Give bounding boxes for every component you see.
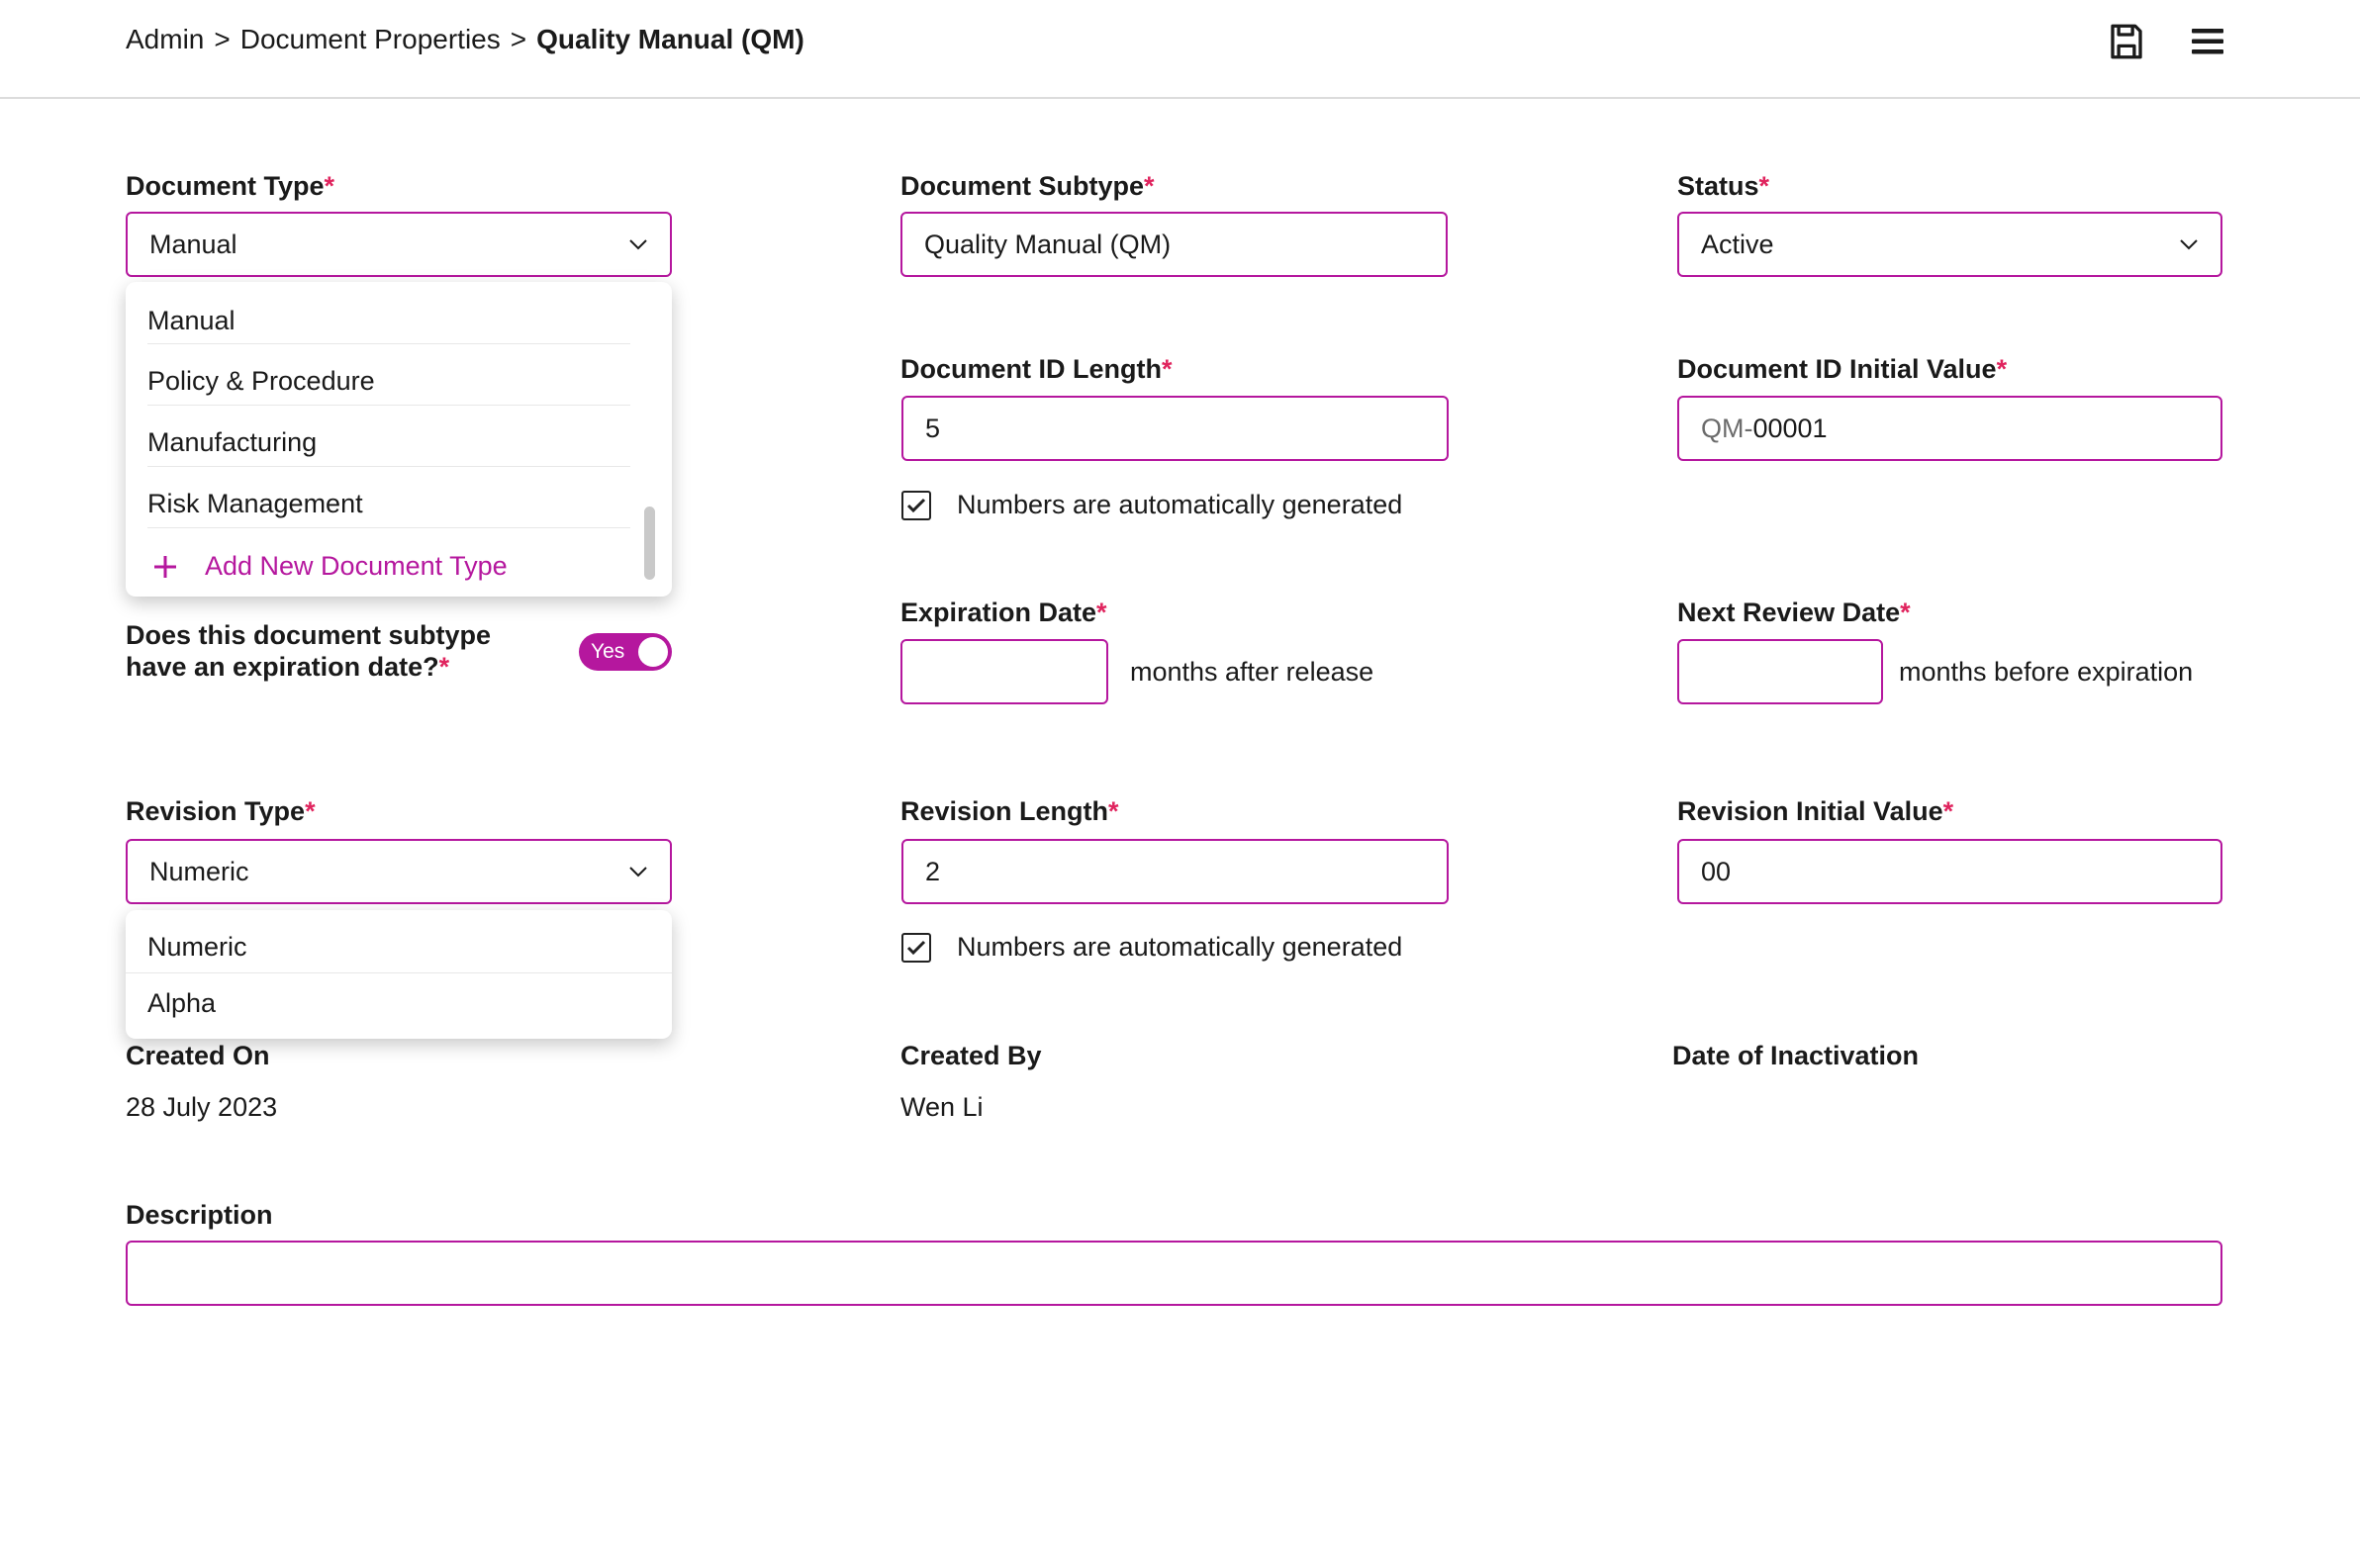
breadcrumb: Admin > Document Properties > Quality Manual… <box>126 24 804 55</box>
document-id-length-label: Document ID Length* <box>900 354 1173 384</box>
add-new-document-type-label: Add New Document Type <box>205 551 508 581</box>
add-new-document-type-button[interactable]: Add New Document Type <box>151 551 508 582</box>
description-label: Description <box>126 1200 273 1230</box>
menu-button[interactable] <box>2184 18 2231 65</box>
document-type-value: Manual <box>149 229 237 259</box>
revision-initial-input[interactable]: 00 <box>1677 839 2222 904</box>
document-id-prefix: QM- <box>1701 413 1753 443</box>
revision-type-dropdown: Numeric Alpha <box>126 910 672 1039</box>
breadcrumb-separator: > <box>214 24 231 54</box>
breadcrumb-current: Quality Manual (QM) <box>536 24 804 54</box>
revision-length-input[interactable]: 2 <box>901 839 1449 904</box>
divider <box>147 405 630 406</box>
document-id-auto-checkbox[interactable] <box>901 491 931 520</box>
breadcrumb-separator: > <box>510 24 527 54</box>
document-type-option[interactable]: Risk Management <box>147 489 363 519</box>
plus-icon <box>154 555 176 578</box>
toggle-label: Yes <box>591 640 625 663</box>
breadcrumb-admin[interactable]: Admin <box>126 24 204 54</box>
next-review-suffix: months before expiration <box>1899 657 2194 687</box>
checkmark-icon <box>906 498 926 513</box>
status-label: Status* <box>1677 171 1770 201</box>
document-subtype-value: Quality Manual (QM) <box>924 229 1172 259</box>
document-subtype-input[interactable]: Quality Manual (QM) <box>900 212 1448 277</box>
document-type-option[interactable]: Manual <box>147 306 236 336</box>
next-review-label: Next Review Date* <box>1677 598 1911 627</box>
save-button[interactable] <box>2103 18 2150 65</box>
expiration-date-label: Expiration Date* <box>900 598 1107 627</box>
document-subtype-label: Document Subtype* <box>900 171 1155 201</box>
toggle-knob <box>638 637 668 667</box>
description-input[interactable] <box>126 1241 2222 1306</box>
revision-type-label: Revision Type* <box>126 796 316 826</box>
expiration-toggle[interactable]: Yes <box>579 633 672 671</box>
revision-length-label: Revision Length* <box>900 796 1119 826</box>
expiration-date-suffix: months after release <box>1130 657 1374 687</box>
status-value: Active <box>1701 229 1774 259</box>
chevron-down-icon <box>629 867 647 877</box>
document-type-option[interactable]: Manufacturing <box>147 427 317 458</box>
divider <box>126 972 672 973</box>
dropdown-scrollbar[interactable] <box>644 507 655 580</box>
document-type-dropdown: Manual Policy & Procedure Manufacturing … <box>126 282 672 597</box>
document-type-label: Document Type* <box>126 171 335 201</box>
breadcrumb-document-properties[interactable]: Document Properties <box>240 24 501 54</box>
menu-icon <box>2192 29 2223 54</box>
next-review-input[interactable] <box>1677 639 1883 704</box>
divider <box>147 343 630 344</box>
document-id-initial-label: Document ID Initial Value* <box>1677 354 2008 384</box>
checkmark-icon <box>906 940 926 956</box>
created-on-value: 28 July 2023 <box>126 1092 278 1122</box>
revision-type-option[interactable]: Numeric <box>147 932 247 963</box>
document-id-initial-input[interactable]: QM-00001 <box>1677 396 2222 461</box>
expiration-question-label: Does this document subtype have an expir… <box>126 620 492 682</box>
inactivation-label: Date of Inactivation <box>1672 1041 1920 1070</box>
document-id-length-value: 5 <box>925 413 941 443</box>
expiration-date-input[interactable] <box>900 639 1108 704</box>
document-type-option[interactable]: Policy & Procedure <box>147 366 375 397</box>
created-by-value: Wen Li <box>900 1092 984 1122</box>
status-select[interactable]: Active <box>1677 212 2222 277</box>
chevron-down-icon <box>2180 239 2198 250</box>
revision-initial-value: 00 <box>1701 856 1732 886</box>
save-icon <box>2111 24 2142 59</box>
revision-type-select[interactable]: Numeric <box>126 839 672 904</box>
document-id-length-input[interactable]: 5 <box>901 396 1449 461</box>
revision-auto-label: Numbers are automatically generated <box>957 932 1403 962</box>
revision-auto-checkbox[interactable] <box>901 933 931 963</box>
revision-length-value: 2 <box>925 856 941 886</box>
chevron-down-icon <box>629 239 647 250</box>
created-on-label: Created On <box>126 1041 270 1070</box>
document-id-initial-value: 00001 <box>1752 413 1828 443</box>
document-type-select[interactable]: Manual <box>126 212 672 277</box>
divider <box>147 466 630 467</box>
revision-type-option[interactable]: Alpha <box>147 988 216 1019</box>
created-by-label: Created By <box>900 1041 1042 1070</box>
revision-initial-label: Revision Initial Value* <box>1677 796 1954 826</box>
document-id-auto-label: Numbers are automatically generated <box>957 490 1403 519</box>
revision-type-value: Numeric <box>149 856 249 886</box>
divider <box>147 527 630 528</box>
